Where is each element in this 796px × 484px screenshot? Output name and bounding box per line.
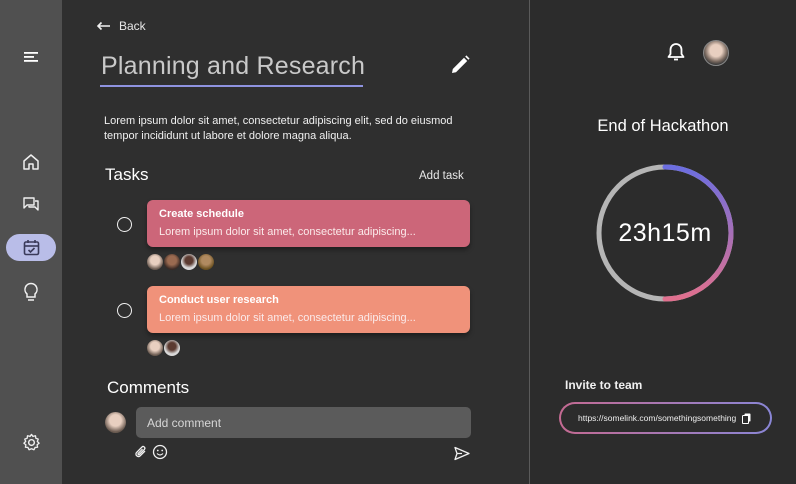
arrow-left-icon: [96, 21, 110, 31]
countdown-heading: End of Hackathon: [597, 117, 729, 135]
title-underline: [100, 85, 363, 87]
task-title: Create schedule: [159, 208, 244, 220]
back-label: Back: [119, 19, 146, 33]
main-panel: Back Planning and Research Lorem ipsum d…: [62, 0, 529, 484]
tasks-heading: Tasks: [105, 165, 149, 184]
right-panel: End of Hackathon 23h15m Invite to team h…: [530, 0, 796, 484]
sidebar: [0, 0, 62, 484]
countdown-time: 23h15m: [618, 218, 712, 247]
page-title[interactable]: Planning and Research: [101, 52, 365, 81]
invite-link-text: https://somelink.com/somethingsomething: [578, 413, 737, 423]
invite-heading: Invite to team: [565, 378, 643, 392]
task-description: Lorem ipsum dolor sit amet, consectetur …: [159, 226, 416, 238]
avatar[interactable]: [163, 253, 181, 271]
edit-pencil-icon[interactable]: [449, 54, 471, 81]
user-avatar[interactable]: [703, 40, 729, 66]
avatar[interactable]: [146, 253, 164, 271]
avatar[interactable]: [146, 339, 164, 357]
comment-input[interactable]: [136, 407, 471, 438]
bell-icon[interactable]: [667, 42, 685, 67]
task-card[interactable]: Create schedule Lorem ipsum dolor sit am…: [147, 200, 470, 247]
lightbulb-icon[interactable]: [0, 281, 62, 303]
comments-heading: Comments: [107, 378, 190, 397]
task-title: Conduct user research: [159, 294, 279, 306]
invite-link-box[interactable]: https://somelink.com/somethingsomething: [559, 402, 772, 434]
task-assignees: [146, 339, 181, 357]
settings-gear-icon[interactable]: [0, 432, 62, 452]
add-task-button[interactable]: Add task: [419, 170, 464, 182]
task-description: Lorem ipsum dolor sit amet, consectetur …: [159, 312, 416, 324]
home-icon[interactable]: [0, 152, 62, 172]
avatar[interactable]: [163, 339, 181, 357]
back-link[interactable]: Back: [96, 19, 146, 33]
emoji-icon[interactable]: [152, 444, 168, 465]
send-icon[interactable]: [454, 446, 470, 466]
invite-link-inner: https://somelink.com/somethingsomething: [561, 404, 770, 432]
avatar: [105, 412, 126, 433]
avatar[interactable]: [197, 253, 215, 271]
menu-icon[interactable]: [0, 49, 62, 65]
task-assignees: [146, 253, 215, 271]
task-checkbox[interactable]: [117, 303, 132, 318]
task-card[interactable]: Conduct user research Lorem ipsum dolor …: [147, 286, 470, 333]
calendar-icon[interactable]: [0, 237, 62, 257]
project-description: Lorem ipsum dolor sit amet, consectetur …: [104, 115, 453, 142]
avatar[interactable]: [180, 253, 198, 271]
chat-icon[interactable]: [0, 194, 62, 214]
paperclip-icon[interactable]: [134, 445, 148, 465]
task-checkbox[interactable]: [117, 217, 132, 232]
copy-icon[interactable]: [742, 413, 751, 424]
